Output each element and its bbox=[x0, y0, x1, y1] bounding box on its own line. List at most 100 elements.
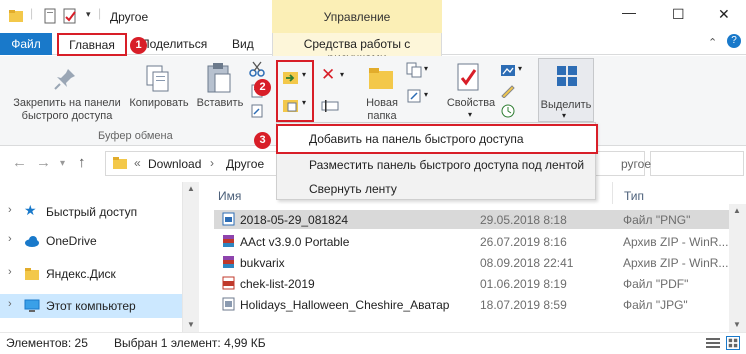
file-date: 29.05.2018 8:18 bbox=[480, 213, 567, 227]
copy-to-icon bbox=[283, 100, 298, 112]
star-icon: ★ bbox=[24, 202, 37, 218]
new-item-dropdown-icon[interactable]: ▾ bbox=[424, 64, 428, 73]
properties-dropdown-icon[interactable]: ▾ bbox=[468, 110, 472, 119]
title-bar: | ▾ | Другое Управление — ☐ ✕ bbox=[0, 0, 746, 33]
minimize-icon[interactable]: — bbox=[622, 4, 636, 20]
nav-label: Быстрый доступ bbox=[46, 205, 138, 219]
qa-properties-icon[interactable] bbox=[62, 8, 78, 24]
file-name: 2018-05-29_081824 bbox=[240, 213, 349, 227]
select-dropdown-icon: ▾ bbox=[562, 111, 567, 120]
copy-icon bbox=[146, 65, 169, 92]
paste-button[interactable]: Вставить bbox=[194, 97, 246, 110]
menu-item-minimize-ribbon[interactable]: Свернуть ленту bbox=[309, 182, 397, 196]
open-icon[interactable] bbox=[500, 62, 516, 78]
expand-icon[interactable]: › bbox=[8, 233, 12, 245]
app-folder-icon bbox=[9, 10, 23, 22]
expand-icon[interactable]: › bbox=[8, 298, 12, 310]
breadcrumb-download[interactable]: Download bbox=[148, 157, 201, 171]
large-icons-view-icon[interactable] bbox=[726, 336, 740, 350]
table-row[interactable]: bukvarix 08.09.2018 22:41 Архив ZIP - Wi… bbox=[214, 253, 734, 272]
qa-folder-icon[interactable] bbox=[42, 8, 58, 24]
search-input[interactable]: ругое bbox=[621, 151, 744, 176]
pdf-file-icon bbox=[222, 276, 235, 290]
maximize-icon[interactable]: ☐ bbox=[672, 6, 685, 23]
address-folder-icon bbox=[113, 157, 127, 169]
select-grid-icon bbox=[557, 66, 577, 86]
new-folder-button[interactable]: Новая папка bbox=[356, 97, 408, 123]
details-view-icon[interactable] bbox=[706, 337, 720, 349]
table-row[interactable]: chek-list-2019 01.06.2019 8:19 Файл "PDF… bbox=[214, 274, 734, 293]
nav-item-quick-access[interactable]: › ★ Быстрый доступ bbox=[0, 200, 182, 224]
edit-icon[interactable] bbox=[500, 84, 516, 98]
column-separator bbox=[612, 182, 613, 204]
scroll-up-icon[interactable]: ▲ bbox=[733, 206, 741, 215]
jpg-file-icon bbox=[222, 297, 235, 311]
nav-item-onedrive[interactable]: › OneDrive bbox=[0, 229, 182, 253]
help-icon[interactable]: ? bbox=[727, 34, 741, 48]
copy-button[interactable]: Копировать bbox=[124, 97, 194, 110]
qa-dropdown-icon[interactable]: ▾ bbox=[86, 9, 91, 20]
recent-dropdown-icon[interactable]: ▾ bbox=[60, 158, 65, 169]
tab-home[interactable]: Главная bbox=[57, 33, 127, 56]
open-dropdown-icon[interactable]: ▾ bbox=[518, 64, 522, 73]
file-name: AAct v3.9.0 Portable bbox=[240, 235, 350, 249]
select-button[interactable]: Выделить ▾ bbox=[538, 58, 594, 122]
pin-quick-access-button[interactable]: Закрепить на панели быстрого доступа bbox=[6, 97, 128, 123]
table-row[interactable]: 2018-05-29_081824 29.05.2018 8:18 Файл "… bbox=[214, 210, 734, 229]
easy-access-dropdown-icon[interactable]: ▾ bbox=[424, 90, 428, 99]
table-row[interactable]: AAct v3.9.0 Portable 26.07.2019 8:16 Арх… bbox=[214, 232, 734, 251]
tab-view[interactable]: Вид bbox=[232, 37, 254, 51]
back-arrow-icon[interactable]: ← bbox=[12, 154, 27, 171]
expand-icon[interactable]: › bbox=[8, 204, 12, 216]
menu-item-add-quick-access-label[interactable]: Добавить на панель быстрого доступа bbox=[309, 132, 524, 146]
column-header-type[interactable]: Тип bbox=[624, 189, 644, 203]
cut-icon[interactable] bbox=[249, 61, 265, 77]
paste-shortcut-icon[interactable] bbox=[250, 104, 264, 118]
status-item-count: Элементов: 25 bbox=[6, 336, 88, 350]
collapse-ribbon-icon[interactable]: ⌃ bbox=[708, 36, 717, 49]
search-placeholder: ругое bbox=[621, 157, 651, 171]
file-list-scrollbar[interactable]: ▲ ▼ bbox=[729, 204, 746, 332]
delete-icon[interactable]: ✕ bbox=[321, 65, 335, 85]
computer-icon bbox=[24, 299, 40, 312]
nav-item-this-pc[interactable]: › Этот компьютер bbox=[0, 294, 182, 318]
new-folder-icon bbox=[369, 68, 393, 89]
folder-icon bbox=[25, 268, 39, 280]
history-icon[interactable] bbox=[500, 104, 516, 118]
scroll-down-icon[interactable]: ▼ bbox=[733, 320, 741, 329]
cloud-icon bbox=[25, 236, 39, 247]
expand-icon[interactable]: › bbox=[8, 266, 12, 278]
move-copy-button-highlight[interactable]: ▾ ▾ bbox=[276, 60, 314, 122]
rename-icon[interactable] bbox=[321, 98, 339, 114]
tab-picture-tools[interactable]: Средства работы с рисунками bbox=[272, 33, 442, 65]
step-badge-1: 1 bbox=[130, 37, 147, 54]
png-file-icon bbox=[222, 212, 235, 226]
properties-button[interactable]: Свойства bbox=[440, 97, 502, 110]
address-prefix: « bbox=[134, 156, 141, 170]
column-header-name[interactable]: Имя bbox=[218, 189, 241, 203]
properties-icon bbox=[457, 63, 479, 91]
table-row[interactable]: Holidays_Halloween_Cheshire_Аватар 18.07… bbox=[214, 295, 734, 314]
nav-scrollbar[interactable]: ▲ ▼ bbox=[182, 182, 199, 332]
pin-icon bbox=[54, 69, 75, 90]
nav-item-yandex-disk[interactable]: › Яндекс.Диск bbox=[0, 262, 182, 286]
breadcrumb-other[interactable]: Другое bbox=[226, 157, 264, 171]
new-item-icon[interactable] bbox=[406, 62, 422, 78]
paste-icon bbox=[207, 63, 231, 93]
easy-access-icon[interactable] bbox=[406, 88, 422, 104]
breadcrumb-separator: › bbox=[210, 156, 214, 170]
forward-arrow-icon[interactable]: → bbox=[36, 154, 51, 171]
tab-file[interactable]: Файл bbox=[0, 33, 52, 55]
up-arrow-icon[interactable]: ↑ bbox=[78, 154, 86, 171]
scroll-up-icon[interactable]: ▲ bbox=[187, 184, 195, 193]
file-date: 26.07.2019 8:16 bbox=[480, 235, 567, 249]
pin-label-line1: Закрепить на панели bbox=[13, 97, 121, 109]
file-date: 18.07.2019 8:59 bbox=[480, 298, 567, 312]
scroll-down-icon[interactable]: ▼ bbox=[187, 320, 195, 329]
tab-share[interactable]: Поделиться bbox=[141, 37, 207, 51]
close-icon[interactable]: ✕ bbox=[718, 6, 730, 23]
menu-item-show-below-ribbon[interactable]: Разместить панель быстрого доступа под л… bbox=[309, 158, 584, 172]
step-badge-2: 2 bbox=[254, 79, 271, 96]
delete-dropdown-icon[interactable]: ▾ bbox=[340, 70, 344, 79]
archive-icon bbox=[223, 256, 234, 268]
